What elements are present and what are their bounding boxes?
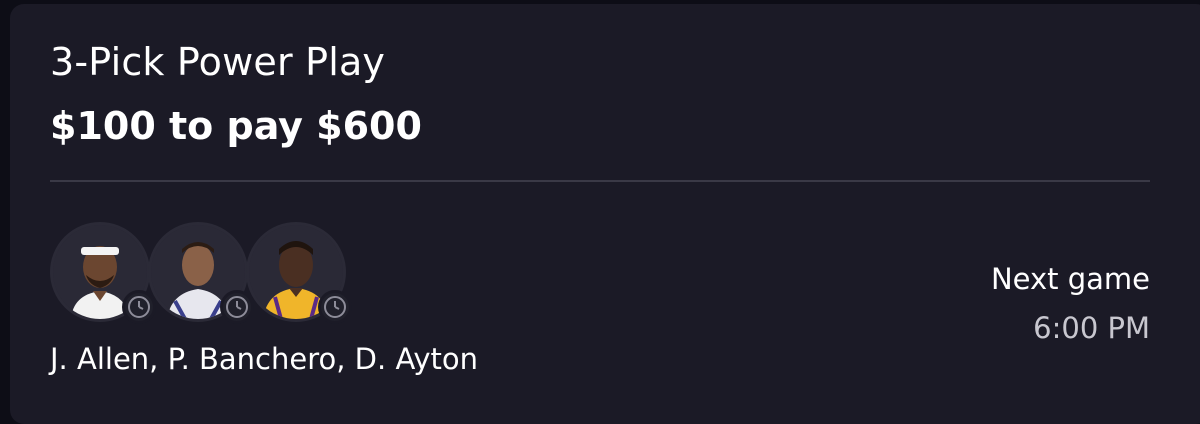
- next-game-time: 6:00 PM: [1033, 311, 1150, 345]
- entry-title: 3-Pick Power Play: [50, 40, 386, 84]
- player-avatars: [50, 222, 352, 326]
- entry-card[interactable]: 3-Pick Power Play $100 to pay $600 J. Al…: [10, 4, 1200, 424]
- clock-icon: [122, 290, 156, 324]
- entry-wager: $100 to pay $600: [50, 104, 422, 148]
- players-summary: J. Allen, P. Banchero, D. Ayton: [50, 342, 478, 376]
- divider: [50, 180, 1150, 182]
- next-game-label: Next game: [990, 262, 1150, 296]
- clock-icon: [220, 290, 254, 324]
- clock-icon: [318, 290, 352, 324]
